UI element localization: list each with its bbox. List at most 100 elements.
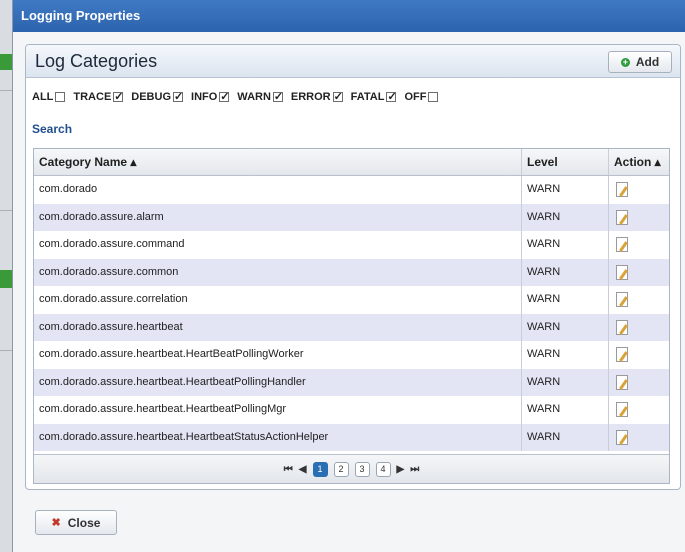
action-cell [609, 314, 669, 342]
close-icon: ✖ [51, 517, 61, 529]
table-header: Category Name ▴ Level Action ▴ [34, 149, 669, 176]
level-cell: WARN [522, 313, 609, 341]
filter-checkbox[interactable] [219, 90, 230, 103]
category-name-cell: com.dorado.assure.heartbeat.HeartbeatSta… [34, 423, 522, 451]
filter-checkbox[interactable] [332, 90, 343, 103]
category-name-cell: com.dorado.assure.heartbeat.HeartBeatPol… [34, 341, 522, 369]
category-name-cell: com.dorado.assure.heartbeat [34, 313, 522, 341]
level-cell: WARN [522, 231, 609, 259]
filter-label: DEBUG [131, 91, 172, 103]
category-name-header[interactable]: Category Name ▴ [34, 149, 522, 175]
level-cell: WARN [522, 396, 609, 424]
table-row[interactable]: com.dorado.assure.command WARN [34, 231, 669, 259]
close-button[interactable]: ✖ Close [35, 510, 117, 535]
category-name-cell: com.dorado.assure.heartbeat.HeartbeatPol… [34, 396, 522, 424]
edit-icon[interactable] [616, 319, 628, 335]
action-cell [609, 176, 669, 204]
category-name-cell: com.dorado.assure.heartbeat.HeartbeatPol… [34, 368, 522, 396]
prev-page-icon[interactable]: ◀ [299, 464, 307, 475]
level-cell: WARN [522, 368, 609, 396]
page-button[interactable]: 2 [333, 461, 349, 477]
edit-icon[interactable] [616, 237, 628, 252]
edit-icon[interactable] [616, 292, 628, 307]
next-page-icon[interactable]: ▶ [397, 464, 405, 475]
table-row[interactable]: com.dorado WARN [34, 176, 669, 204]
action-cell [609, 369, 669, 397]
level-cell: WARN [522, 258, 609, 286]
action-cell [609, 286, 669, 314]
category-name-cell: com.dorado.assure.command [34, 231, 522, 259]
category-name-cell: com.dorado.assure.alarm [34, 203, 522, 231]
category-name-cell: com.dorado [34, 176, 522, 204]
background-divider [0, 350, 12, 351]
filter-checkbox[interactable] [55, 92, 66, 102]
filter-label: ALL [32, 91, 54, 103]
pagination-bar: ⏮ ◀ 1 2 3 4 ▶ ⏭ [34, 454, 669, 483]
panel-title: Log Categories [35, 51, 158, 71]
edit-icon[interactable] [616, 347, 628, 362]
table-row[interactable]: com.dorado.assure.alarm WARN [34, 203, 669, 232]
first-page-icon[interactable]: ⏮ [284, 464, 293, 475]
table-row[interactable]: com.dorado.assure.heartbeat.HeartBeatPol… [34, 341, 669, 369]
action-cell [609, 341, 669, 369]
page-button[interactable]: 3 [354, 461, 370, 477]
filter-trace[interactable]: TRACE [73, 90, 124, 103]
table-row[interactable]: com.dorado.assure.common WARN [34, 258, 669, 286]
filter-label: TRACE [73, 91, 112, 103]
level-cell: WARN [522, 423, 609, 451]
level-cell: WARN [522, 176, 609, 204]
edit-icon[interactable] [616, 429, 628, 445]
filter-checkbox[interactable] [428, 92, 439, 102]
filter-checkbox[interactable] [386, 90, 397, 103]
filter-debug[interactable]: DEBUG [131, 90, 183, 103]
page-button[interactable]: 4 [375, 461, 391, 477]
page-button[interactable]: 1 [312, 461, 328, 477]
filter-off[interactable]: OFF [404, 91, 439, 103]
category-name-cell: com.dorado.assure.correlation [34, 286, 522, 314]
action-cell [609, 204, 669, 232]
background-app-strip [0, 0, 12, 552]
level-cell: WARN [522, 286, 609, 314]
filter-label: WARN [237, 91, 271, 103]
table-row[interactable]: com.dorado.assure.correlation WARN [34, 286, 669, 314]
search-link[interactable]: Search [32, 122, 72, 136]
log-categories-panel: Log Categories + Add ALL TRACE DEBUG INFO WA… [25, 44, 681, 490]
filter-error[interactable]: ERROR [290, 90, 343, 103]
filter-checkbox[interactable] [173, 90, 183, 103]
filter-label: OFF [404, 91, 427, 103]
edit-icon[interactable] [616, 264, 628, 280]
edit-icon[interactable] [616, 402, 628, 417]
last-page-icon[interactable]: ⏭ [410, 464, 419, 475]
filter-warn[interactable]: WARN [237, 90, 283, 103]
table-row[interactable]: com.dorado.assure.heartbeat.HeartbeatPol… [34, 368, 669, 397]
dialog-title: Logging Properties [13, 0, 685, 32]
table-row[interactable]: com.dorado.assure.heartbeat.HeartbeatSta… [34, 423, 669, 452]
table-row[interactable]: com.dorado.assure.heartbeat WARN [34, 313, 669, 342]
edit-icon[interactable] [616, 374, 628, 390]
level-cell: WARN [522, 203, 609, 231]
panel-header: Log Categories + Add [26, 45, 680, 78]
filter-label: FATAL [350, 91, 385, 103]
action-header[interactable]: Action ▴ [609, 149, 669, 175]
filter-checkbox[interactable] [272, 90, 283, 103]
filter-fatal[interactable]: FATAL [350, 90, 397, 103]
filter-all[interactable]: ALL [32, 91, 66, 103]
edit-icon[interactable] [616, 182, 628, 197]
categories-table: Category Name ▴ Level Action ▴ com.dorad… [33, 148, 670, 484]
add-button[interactable]: + Add [608, 51, 672, 73]
table-body: com.dorado WARN com.dorado.assure.alarm WAR… [34, 176, 669, 451]
filter-label: ERROR [290, 91, 331, 103]
action-cell [609, 231, 669, 259]
background-green-marker [0, 54, 12, 70]
level-header[interactable]: Level [522, 149, 609, 175]
action-cell [609, 396, 669, 424]
filter-info[interactable]: INFO [191, 90, 230, 103]
filter-checkbox[interactable] [113, 90, 124, 103]
table-row[interactable]: com.dorado.assure.heartbeat.HeartbeatPol… [34, 396, 669, 424]
level-filter-bar: ALL TRACE DEBUG INFO WARN ERROR FATAL OFF [32, 90, 439, 103]
plus-icon: + [620, 56, 630, 67]
level-cell: WARN [522, 341, 609, 369]
edit-icon[interactable] [616, 209, 628, 225]
action-cell [609, 424, 669, 452]
background-divider [0, 210, 12, 211]
